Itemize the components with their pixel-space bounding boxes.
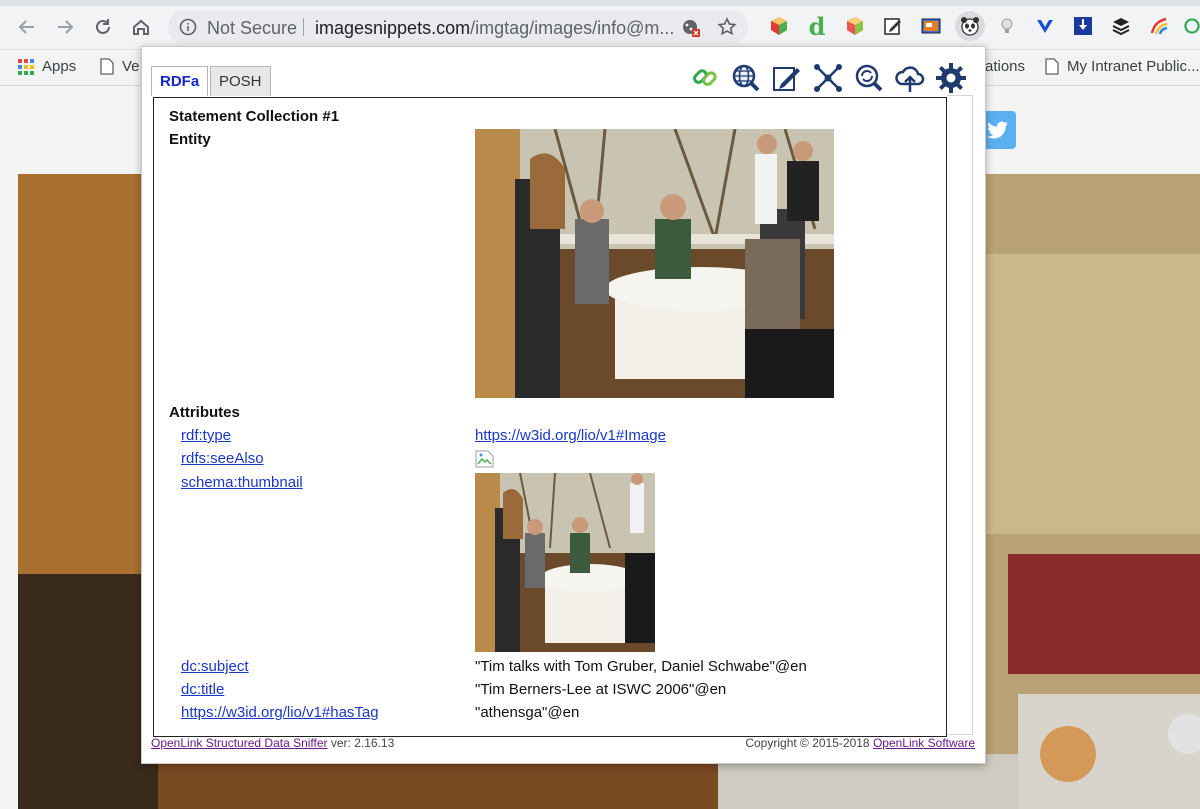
extension-cube-icon[interactable] [766, 13, 792, 39]
attribute-value-dc-title: "Tim Berners-Lee at ISWC 2006"@en [475, 681, 727, 698]
bookmark-item-2[interactable]: Ve [100, 58, 140, 75]
browser-toolbar: Not Secure imagesnippets.com/imgtag/imag… [0, 0, 1200, 50]
back-button[interactable] [14, 14, 40, 40]
home-button[interactable] [128, 14, 154, 40]
bookmark-apps-label: Apps [42, 58, 77, 75]
statement-collection-title: Statement Collection #1 [169, 108, 340, 125]
security-status[interactable]: Not Secure [207, 18, 297, 39]
extension-layers-icon[interactable] [1108, 13, 1134, 39]
copyright-text: Copyright © 2015-2018 [745, 736, 873, 750]
structured-data-sniffer-popup: RDFa POSH Statement Collection #1 Entity… [141, 46, 986, 764]
popup-footer-copyright: Copyright © 2015-2018 OpenLink Software [745, 736, 975, 750]
bookmark-item-3-label: ations [985, 58, 1026, 75]
edit-icon[interactable] [771, 62, 803, 94]
extension-d-icon[interactable]: d [804, 12, 830, 41]
tab-rdfa[interactable]: RDFa [151, 66, 209, 96]
extension-bookmark-blue-icon[interactable] [1070, 13, 1096, 39]
graph-network-icon[interactable] [812, 62, 844, 94]
globe-search-icon[interactable] [730, 62, 762, 94]
twitter-bird-icon [987, 121, 1008, 139]
extension-lightbulb-icon[interactable] [994, 13, 1020, 39]
address-divider [303, 18, 304, 36]
broken-image-icon[interactable] [475, 450, 494, 468]
bookmark-apps[interactable]: Apps [18, 58, 76, 75]
info-icon [179, 18, 197, 36]
address-bar[interactable]: Not Secure imagesnippets.com/imgtag/imag… [168, 10, 748, 44]
attributes-label: Attributes [169, 404, 240, 421]
attribute-property-dc-title[interactable]: dc:title [181, 681, 224, 698]
reload-button[interactable] [90, 14, 116, 40]
attribute-value-rdf-type[interactable]: https://w3id.org/lio/v1#Image [475, 427, 666, 444]
openlink-software-link[interactable]: OpenLink Software [873, 736, 975, 750]
back-arrow-icon [18, 20, 34, 34]
attribute-property-hastag[interactable]: https://w3id.org/lio/v1#hasTag [181, 704, 379, 721]
url-path: /imgtag/images/info@m... [470, 18, 675, 38]
version-text: ver: 2.16.13 [327, 736, 395, 750]
page-icon [100, 58, 114, 75]
extension-screenshot-icon[interactable] [918, 13, 944, 39]
extension-sniffer-panda-icon[interactable] [955, 11, 985, 41]
home-icon [133, 19, 149, 35]
extension-vee-icon[interactable] [1032, 13, 1058, 39]
link-icon[interactable] [689, 62, 721, 94]
bookmark-intranet[interactable]: My Intranet Public... [1045, 58, 1200, 75]
sniffer-home-link[interactable]: OpenLink Structured Data Sniffer [151, 736, 328, 750]
bookmark-intranet-label: My Intranet Public... [1067, 58, 1200, 75]
attribute-value-dc-subject: "Tim talks with Tom Gruber, Daniel Schwa… [475, 658, 807, 675]
forward-arrow-icon [58, 20, 74, 34]
blocked-cookies-icon [683, 20, 700, 37]
extension-green-circle-icon[interactable] [1184, 13, 1200, 39]
url-text[interactable]: imagesnippets.com/imgtag/images/info@m..… [315, 18, 674, 39]
attribute-property-rdfs-seealso[interactable]: rdfs:seeAlso [181, 450, 264, 467]
apps-grid-icon [18, 58, 34, 75]
reload-icon [96, 19, 110, 34]
thumbnail-image[interactable] [475, 473, 655, 652]
extension-notepad-icon[interactable] [880, 13, 906, 39]
attribute-property-rdf-type[interactable]: rdf:type [181, 427, 231, 444]
cloud-upload-icon[interactable] [894, 62, 926, 94]
extension-rainbow-icon[interactable] [1146, 13, 1172, 39]
bookmark-item-2-label: Ve [122, 58, 140, 75]
rdfa-content-panel[interactable]: Statement Collection #1 Entity Attribute… [153, 97, 947, 737]
extension-cube-2-icon[interactable] [842, 13, 868, 39]
settings-gear-icon[interactable] [935, 62, 967, 94]
tab-posh[interactable]: POSH [210, 66, 271, 96]
entity-image[interactable] [475, 129, 834, 398]
popup-footer-version: OpenLink Structured Data Sniffer ver: 2.… [151, 736, 394, 750]
attribute-property-schema-thumbnail[interactable]: schema:thumbnail [181, 474, 303, 491]
attribute-property-dc-subject[interactable]: dc:subject [181, 658, 249, 675]
bookmark-star-icon [717, 17, 737, 36]
content-scroll-track[interactable] [947, 95, 973, 735]
attribute-value-hastag: "athensga"@en [475, 704, 580, 721]
entity-label: Entity [169, 131, 211, 148]
tab-strip-edge [0, 0, 1200, 6]
zoom-refresh-icon[interactable] [853, 62, 885, 94]
url-domain: imagesnippets.com [315, 18, 471, 38]
bookmark-item-3[interactable]: ations [985, 58, 1025, 75]
forward-button[interactable] [52, 14, 78, 40]
page-icon [1045, 58, 1059, 75]
